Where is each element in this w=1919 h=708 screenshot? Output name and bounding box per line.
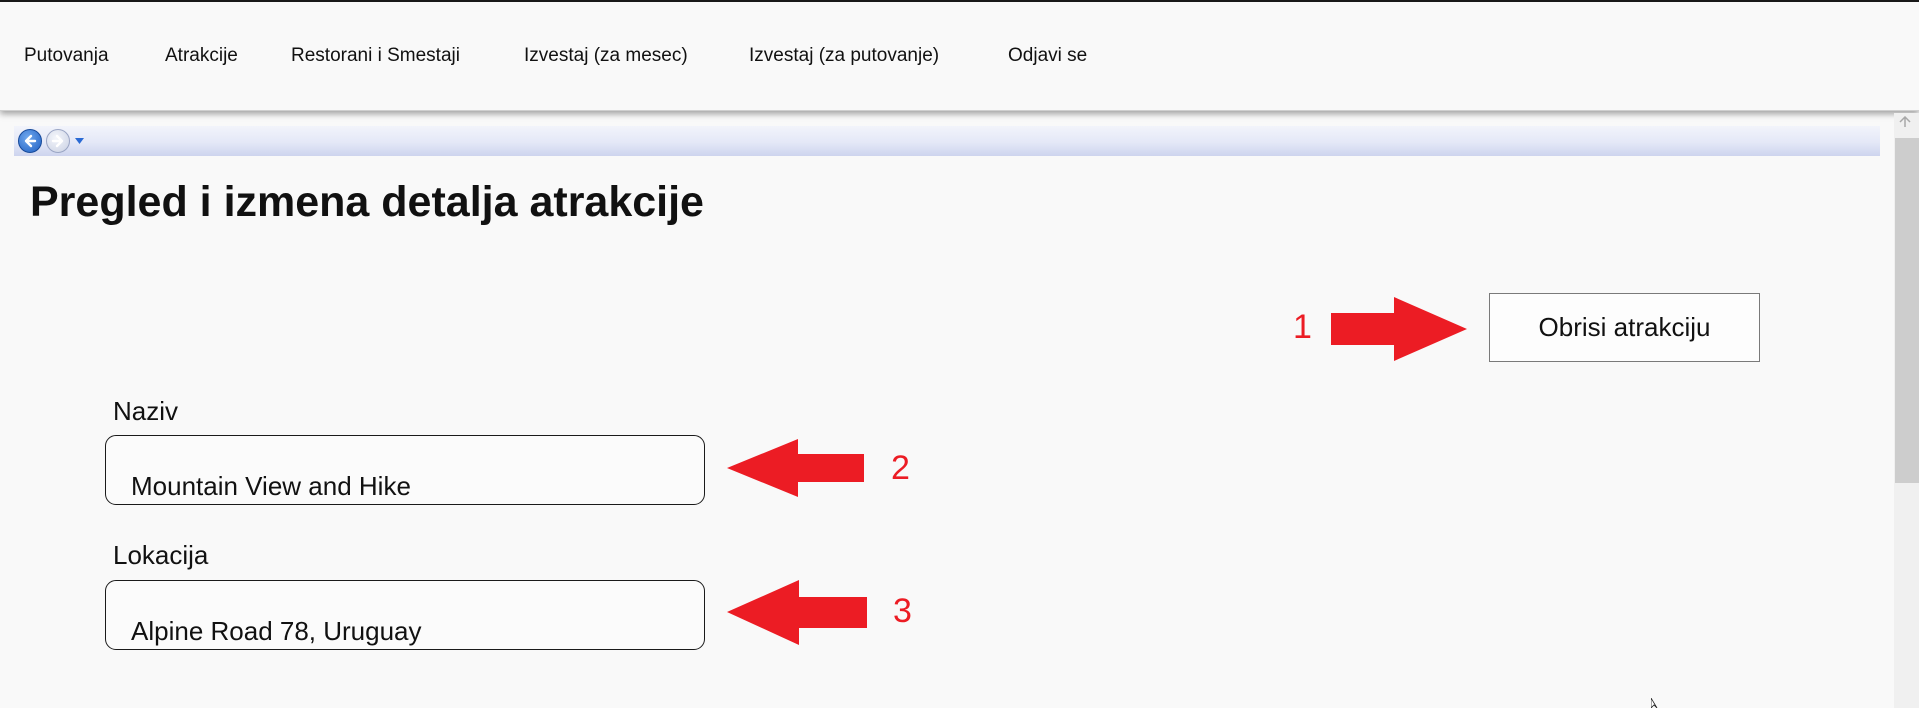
delete-attraction-button[interactable]: Obrisi atrakciju — [1489, 293, 1760, 362]
annotation-arrow-left-icon — [727, 439, 864, 497]
annotation-number-3: 3 — [893, 592, 912, 630]
nav-item-odjavi-se[interactable]: Odjavi se — [1008, 45, 1087, 67]
name-field[interactable]: Mountain View and Hike — [105, 435, 705, 505]
frame-navigation-toolbar — [14, 126, 1880, 156]
delete-attraction-label: Obrisi atrakciju — [1538, 312, 1711, 342]
annotation-arrow-right-icon — [1331, 297, 1467, 361]
back-arrow-icon[interactable] — [18, 129, 42, 153]
location-field[interactable]: Alpine Road 78, Uruguay — [105, 580, 705, 650]
top-nav-bar: Putovanja Atrakcije Restorani i Smestaji… — [0, 2, 1919, 111]
annotation-number-2: 2 — [891, 449, 910, 487]
nav-item-izvestaj-mesec[interactable]: Izvestaj (za mesec) — [524, 45, 688, 67]
forward-arrow-icon[interactable] — [46, 129, 70, 153]
nav-item-putovanja[interactable]: Putovanja — [24, 45, 109, 67]
location-label: Lokacija — [113, 540, 209, 570]
nav-item-atrakcije[interactable]: Atrakcije — [165, 45, 238, 67]
scroll-up-arrow-icon[interactable] — [1898, 116, 1912, 128]
name-field-value: Mountain View and Hike — [131, 471, 411, 501]
page-title: Pregled i izmena detalja atrakcije — [30, 178, 704, 226]
scrollbar-thumb[interactable] — [1895, 138, 1919, 483]
mouse-cursor-icon — [1651, 698, 1658, 708]
location-field-value: Alpine Road 78, Uruguay — [131, 616, 422, 646]
name-label: Naziv — [113, 396, 179, 426]
annotation-arrow-left-icon — [727, 580, 867, 645]
nav-item-izvestaj-putovanje[interactable]: Izvestaj (za putovanje) — [749, 45, 939, 67]
annotation-number-1: 1 — [1293, 308, 1312, 346]
chevron-down-icon[interactable] — [75, 138, 84, 144]
nav-item-restorani-smestaji[interactable]: Restorani i Smestaji — [291, 45, 460, 67]
